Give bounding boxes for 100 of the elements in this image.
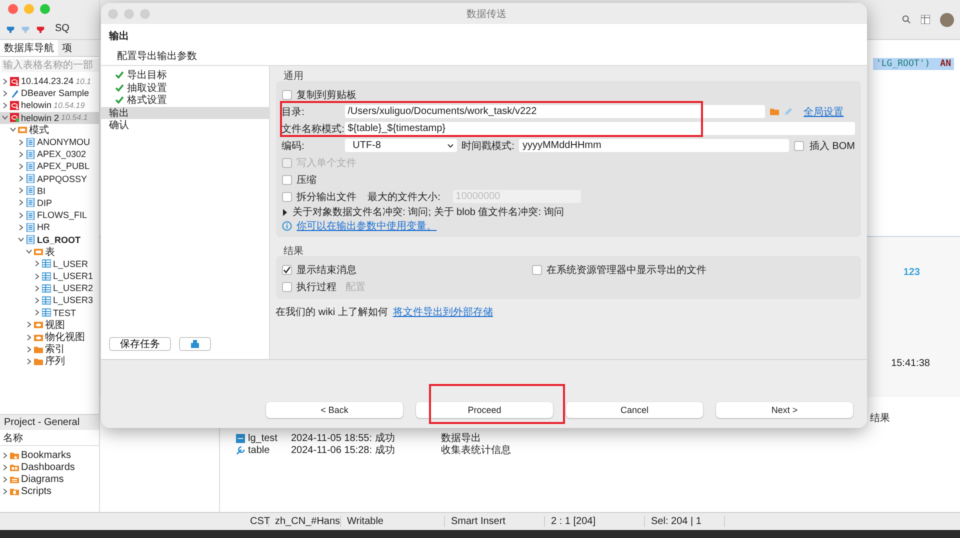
tree-label: APEX_PUBL bbox=[37, 161, 90, 172]
tree-item[interactable]: 索引 bbox=[0, 343, 99, 356]
tree-item[interactable]: LG_ROOT bbox=[0, 233, 99, 246]
tree-item[interactable]: 10.144.23.24 10.1 bbox=[0, 75, 99, 88]
task-type: 收集表统计信息 bbox=[441, 444, 511, 457]
tree-item[interactable]: APEX_PUBL bbox=[0, 160, 99, 172]
variables-link[interactable]: 你可以在输出参数中使用变量。 bbox=[296, 219, 437, 233]
tree-item[interactable]: 视图 bbox=[0, 318, 99, 331]
tree-item[interactable]: L_USER2 bbox=[0, 282, 99, 294]
tree-item[interactable]: APPQOSSY bbox=[0, 172, 99, 185]
tree-item[interactable]: 物化视图 bbox=[0, 330, 99, 344]
tree-item[interactable]: 序列 bbox=[0, 355, 99, 368]
group-title: 结果 bbox=[282, 244, 305, 256]
wizard-button[interactable]: Next > bbox=[716, 402, 853, 418]
wizard-step[interactable]: 格式设置 bbox=[101, 94, 269, 106]
task-button[interactable] bbox=[179, 337, 211, 351]
tree-item[interactable]: 表 bbox=[0, 246, 99, 258]
tree-item[interactable]: Dashboards bbox=[0, 461, 99, 474]
timestamp-field[interactable]: yyyyMMddHHmm bbox=[519, 139, 790, 152]
checkbox-label: 插入 BOM bbox=[809, 140, 855, 152]
wizard-step[interactable]: 输出 bbox=[101, 106, 269, 119]
tree-item[interactable]: ANONYMOU bbox=[0, 136, 99, 148]
global-settings-link[interactable]: 全局设置 bbox=[804, 104, 844, 118]
wizard-step[interactable]: 确认 bbox=[101, 119, 269, 132]
tree-item[interactable]: helowin 2 10.54.1 bbox=[0, 112, 99, 124]
encoding-select[interactable]: UTF-8 bbox=[344, 139, 457, 152]
tree-label: HR bbox=[37, 222, 50, 232]
search-field[interactable]: 输入表格名称的一部 bbox=[1, 59, 99, 72]
task-time: 2024-11-05 18:55: 成功 bbox=[291, 432, 396, 444]
table-icon bbox=[42, 272, 51, 281]
table-icon bbox=[42, 259, 51, 268]
tree-item[interactable]: FLOWS_FIL bbox=[0, 209, 99, 222]
script-folder-icon bbox=[10, 487, 19, 496]
expand-arrow-icon[interactable] bbox=[282, 208, 288, 216]
schema-icon bbox=[26, 222, 35, 232]
info-icon bbox=[282, 221, 292, 231]
wizard-button[interactable]: Proceed bbox=[416, 402, 553, 418]
file-pattern-field[interactable]: ${table}_${timestamp} bbox=[344, 122, 855, 135]
save-task-button[interactable]: 保存任务 bbox=[109, 337, 171, 351]
tree-label: BI bbox=[37, 186, 46, 196]
tree-item[interactable]: helowin 10.54.19 bbox=[0, 99, 99, 112]
tree-label: APPQOSSY bbox=[37, 174, 88, 184]
view-tab[interactable]: 数据库导航 bbox=[0, 40, 58, 56]
page-description: 配置导出输出参数 bbox=[116, 50, 198, 63]
task-name: table bbox=[248, 444, 270, 456]
schema-icon bbox=[26, 138, 35, 147]
avatar-icon[interactable] bbox=[940, 12, 954, 26]
search-icon[interactable] bbox=[902, 15, 911, 24]
host-note: 10.1 bbox=[76, 76, 92, 86]
tree-item[interactable]: L_USER3 bbox=[0, 294, 99, 307]
tree-item[interactable]: Diagrams bbox=[0, 473, 99, 486]
tree-item[interactable]: APEX_0302 bbox=[0, 148, 99, 160]
wizard-step[interactable]: 导出目标 bbox=[101, 69, 269, 82]
view-tab[interactable]: Project - General bbox=[0, 414, 99, 430]
tree-label: APEX_0302 bbox=[37, 149, 86, 160]
tree-item[interactable]: L_USER1 bbox=[0, 270, 99, 282]
checkbox[interactable] bbox=[282, 192, 292, 202]
wiki-link[interactable]: 将文件导出到外部存储 bbox=[392, 304, 493, 318]
checkbox[interactable] bbox=[282, 282, 292, 292]
field-label: 目录: bbox=[282, 106, 306, 118]
task-icon bbox=[190, 340, 200, 348]
table-icon bbox=[42, 296, 51, 305]
tree-item[interactable]: HR bbox=[0, 221, 99, 234]
host-note: 10.54.19 bbox=[54, 100, 85, 110]
checkbox[interactable] bbox=[282, 90, 292, 100]
tree-label: Dashboards bbox=[21, 462, 75, 473]
tree-item[interactable]: Bookmarks bbox=[0, 449, 99, 462]
tree-item[interactable]: DBeaver Sample bbox=[0, 87, 99, 100]
status-cell: Writable bbox=[341, 516, 445, 527]
time-text: 15:41:38 bbox=[891, 358, 930, 369]
tree-item[interactable]: Scripts bbox=[0, 486, 99, 498]
tree-label: 模式 bbox=[29, 124, 49, 137]
tree-item[interactable]: L_USER bbox=[0, 258, 99, 270]
task-type: 数据导出 bbox=[441, 432, 481, 444]
checkbox[interactable] bbox=[282, 174, 292, 184]
tree-item[interactable]: BI bbox=[0, 184, 99, 197]
tree-label: helowin 2 bbox=[21, 112, 60, 123]
tree-item[interactable]: 模式 bbox=[0, 124, 99, 136]
folder-icon bbox=[18, 125, 27, 134]
tree-label: Scripts bbox=[21, 486, 52, 498]
checkbox[interactable] bbox=[282, 264, 292, 274]
tree-label: 索引 bbox=[45, 342, 65, 356]
grid-icon[interactable] bbox=[921, 15, 930, 24]
wizard-step[interactable]: 抽取设置 bbox=[101, 82, 269, 94]
close-button[interactable] bbox=[8, 4, 18, 14]
checkbox-label: 写入单个文件 bbox=[296, 156, 357, 170]
checkbox[interactable] bbox=[532, 264, 542, 274]
wrench-icon bbox=[236, 446, 245, 454]
tree-item[interactable]: TEST bbox=[0, 306, 99, 319]
schema-icon bbox=[26, 174, 35, 184]
checkbox-label: 在系统资源管理器中显示导出的文件 bbox=[546, 264, 707, 276]
tree-label: Bookmarks bbox=[21, 450, 72, 461]
wizard-button[interactable]: Cancel bbox=[566, 402, 703, 418]
tree-item[interactable]: DIP bbox=[0, 196, 99, 210]
caret-icon bbox=[446, 141, 455, 150]
tree-label: 视图 bbox=[45, 318, 65, 332]
checkbox[interactable] bbox=[794, 140, 804, 150]
eye-folder-icon bbox=[34, 332, 43, 342]
directory-field[interactable]: /Users/xuliguo/Documents/work_task/v222 bbox=[344, 105, 765, 118]
wizard-button[interactable]: < Back bbox=[266, 402, 403, 418]
